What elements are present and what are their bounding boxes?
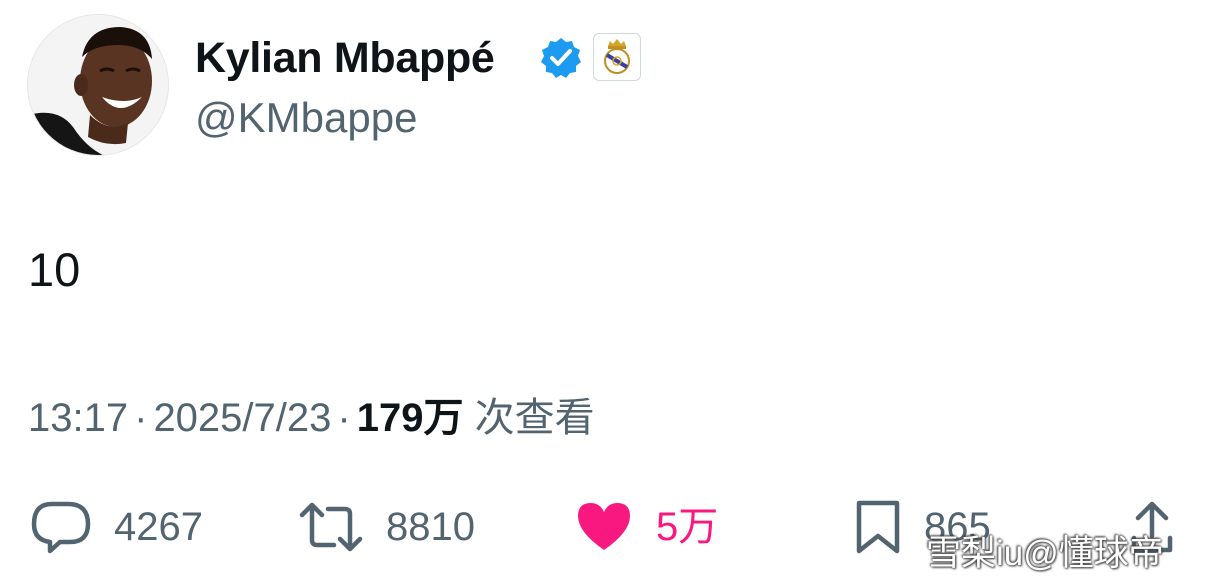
views-count[interactable]: 179万 [357,396,464,440]
heart-icon [578,503,630,550]
meta-separator: · [134,396,148,440]
bookmark-icon [856,500,900,554]
retweet-count: 8810 [386,505,475,549]
meta-separator: · [337,396,351,440]
reply-count: 4267 [114,505,203,549]
display-name[interactable]: Kylian Mbappé [195,30,495,86]
retweet-button[interactable]: 8810 [298,497,475,557]
retweet-icon [299,502,363,552]
user-handle[interactable]: @KMbappe [195,92,417,144]
like-button[interactable]: 5万 [574,497,718,557]
reply-button[interactable]: 4267 [30,497,203,557]
reply-icon [31,501,91,554]
real-madrid-crest-icon [593,33,641,81]
tweet-text: 10 [28,243,81,296]
tweet-meta: 13:17 · 2025/7/23 · 179万 次查看 [28,392,595,444]
like-count: 5万 [656,505,719,549]
tweet-time[interactable]: 13:17 [28,396,128,440]
watermark: 雪梨iu@懂球帝 [926,534,1164,573]
tweet-date[interactable]: 2025/7/23 [153,396,331,440]
views-label: 次查看 [474,396,595,440]
verified-badge-icon [539,36,583,80]
avatar[interactable] [27,14,169,156]
